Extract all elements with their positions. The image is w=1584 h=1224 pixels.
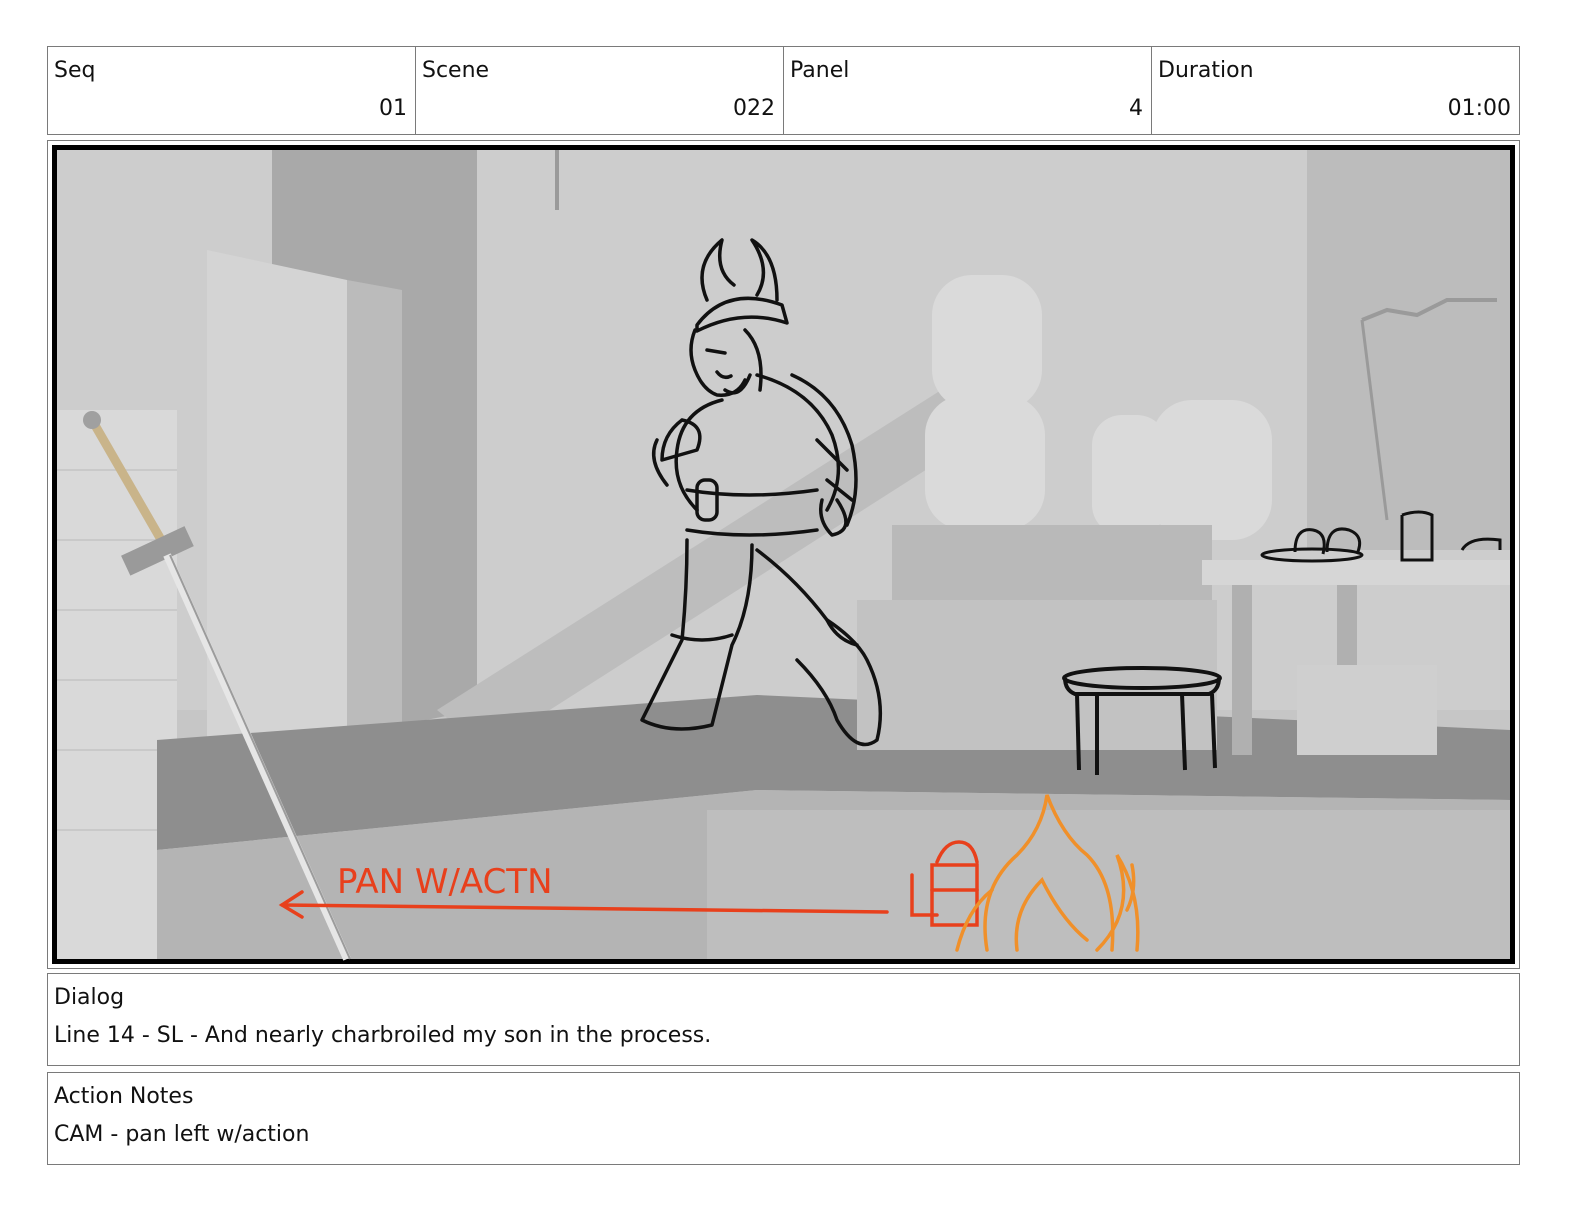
scene-label: Scene [422,58,490,83]
seq-value: 01 [379,96,407,121]
storyboard-panel: PAN W/ACTN [47,140,1520,969]
seq-cell: Seq 01 [48,47,416,134]
dialog-text: Line 14 - SL - And nearly charbroiled my… [54,1023,712,1048]
panel-label: Panel [790,58,850,83]
duration-cell: Duration 01:00 [1152,47,1519,134]
panel-value: 4 [1129,96,1143,121]
table [1202,560,1510,585]
action-notes-label: Action Notes [54,1084,194,1109]
duration-value: 01:00 [1447,96,1511,121]
seq-label: Seq [54,58,96,83]
dialog-box: Dialog Line 14 - SL - And nearly charbro… [47,973,1520,1066]
dialog-label: Dialog [54,985,125,1010]
duration-label: Duration [1158,58,1254,83]
pan-annotation-text: PAN W/ACTN [337,862,553,902]
crates [892,525,1212,605]
panel-cell: Panel 4 [784,47,1152,134]
action-notes-box: Action Notes CAM - pan left w/action [47,1072,1520,1165]
storyboard-sketch: PAN W/ACTN [52,145,1515,964]
panel-info-header: Seq 01 Scene 022 Panel 4 Duration 01:00 [47,46,1520,135]
scene-value: 022 [733,96,775,121]
scene-cell: Scene 022 [416,47,784,134]
action-notes-text: CAM - pan left w/action [54,1122,310,1147]
